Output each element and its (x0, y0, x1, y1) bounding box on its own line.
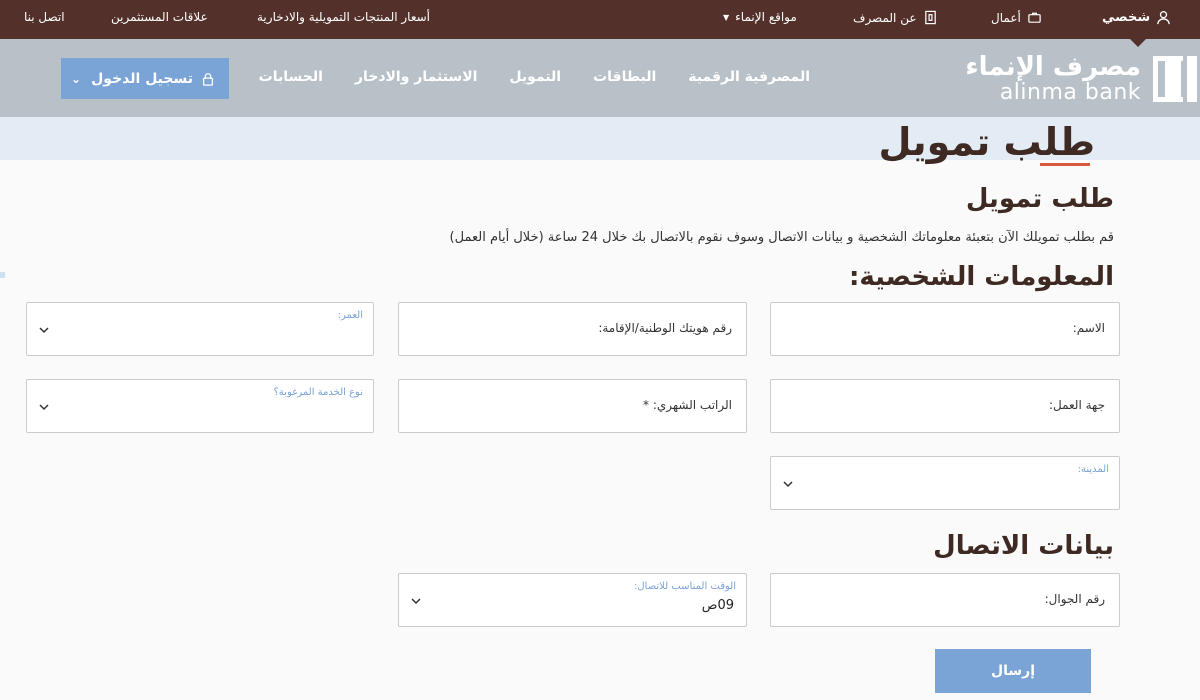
personal-label: شخصي (1102, 10, 1151, 25)
contact-link[interactable]: اتصل بنا (24, 10, 65, 24)
logo-english: alinma bank (999, 80, 1141, 105)
about-label: عن المصرف (853, 10, 917, 25)
active-tab-indicator (1130, 39, 1146, 47)
city-select[interactable]: المدينة: (770, 456, 1120, 510)
chevron-down-icon (783, 481, 793, 488)
chevron-down-icon (39, 404, 49, 411)
user-icon (1157, 11, 1170, 25)
login-button[interactable]: ⌄ تسجيل الدخول (61, 58, 229, 99)
name-label: الاسم: (1072, 321, 1105, 335)
chevron-down-icon (39, 327, 49, 334)
national-id-field[interactable]: رقم هويتك الوطنية/الإقامة: (398, 302, 747, 356)
salary-field[interactable]: الراتب الشهري: * (398, 379, 747, 433)
name-field[interactable]: الاسم: (770, 302, 1120, 356)
business-label: أعمال (991, 10, 1021, 25)
service-type-label: نوع الخدمة المرغوبة؟ (273, 387, 364, 398)
chevron-down-icon: ⌄ (71, 71, 82, 86)
personal-link[interactable]: شخصي (1102, 10, 1171, 25)
page-title: طلب تمويل (878, 120, 1095, 164)
nav-digital-banking[interactable]: المصرفية الرقمية (688, 69, 810, 85)
nav-links: الحسابات الاستثمار والادخار التمويل البط… (259, 69, 810, 85)
building-icon (924, 10, 936, 25)
prices-link[interactable]: أسعار المنتجات التمويلية والادخارية (257, 10, 430, 24)
contact-info-heading: بيانات الاتصال (933, 531, 1114, 561)
lock-icon (202, 72, 214, 86)
intro-text: قم بطلب تمويلك الآن بتعبئة معلوماتك الشخ… (449, 230, 1114, 245)
employer-label: جهة العمل: (1048, 398, 1105, 412)
mobile-label: رقم الجوال: (1044, 592, 1105, 606)
best-time-label: الوقت المناسب للاتصال: (634, 581, 736, 592)
best-time-value: 09ص (701, 598, 734, 613)
section-title: طلب تمويل (965, 184, 1114, 214)
main-navigation: مصرف الإنماء alinma bank الحسابات الاستث… (0, 39, 1200, 117)
title-underline (1040, 163, 1090, 166)
caret-down-icon: ▼ (723, 12, 730, 22)
service-type-select[interactable]: نوع الخدمة المرغوبة؟ (26, 379, 374, 433)
side-marker (0, 272, 5, 278)
chevron-down-icon (411, 598, 421, 605)
personal-info-heading: المعلومات الشخصية: (848, 262, 1114, 292)
nav-cards[interactable]: البطاقات (593, 69, 656, 85)
briefcase-icon (1028, 12, 1041, 23)
about-link[interactable]: عن المصرف (853, 10, 938, 25)
national-id-label: رقم هويتك الوطنية/الإقامة: (598, 321, 732, 335)
mobile-field[interactable]: رقم الجوال: (770, 573, 1120, 627)
bank-logo[interactable]: مصرف الإنماء alinma bank (965, 54, 1197, 104)
logo-arabic: مصرف الإنماء (965, 52, 1141, 82)
investors-link[interactable]: علاقات المستثمرين (111, 10, 208, 24)
salary-label: الراتب الشهري: * (643, 398, 732, 412)
top-bar: شخصي أعمال عن المصرف مواقع الإنماء ▼ أسع… (0, 0, 1200, 39)
locations-label: مواقع الإنماء (735, 10, 797, 24)
submit-label: إرسال (990, 663, 1036, 679)
investors-label: علاقات المستثمرين (111, 10, 208, 24)
nav-financing[interactable]: التمويل (509, 69, 561, 85)
employer-field[interactable]: جهة العمل: (770, 379, 1120, 433)
age-select[interactable]: العمر: (26, 302, 374, 356)
business-link[interactable]: أعمال (991, 10, 1042, 25)
nav-investment[interactable]: الاستثمار والادخار (355, 69, 478, 85)
logo-mark-icon (1153, 56, 1197, 102)
city-label: المدينة: (1077, 464, 1109, 475)
age-label: العمر: (337, 310, 363, 321)
best-time-select[interactable]: الوقت المناسب للاتصال: 09ص (398, 573, 747, 627)
nav-accounts[interactable]: الحسابات (259, 69, 323, 85)
locations-dropdown[interactable]: مواقع الإنماء ▼ (723, 10, 797, 24)
prices-label: أسعار المنتجات التمويلية والادخارية (257, 10, 431, 24)
contact-label: اتصل بنا (24, 10, 65, 24)
submit-button[interactable]: إرسال (935, 649, 1091, 693)
login-label: تسجيل الدخول (91, 70, 193, 87)
